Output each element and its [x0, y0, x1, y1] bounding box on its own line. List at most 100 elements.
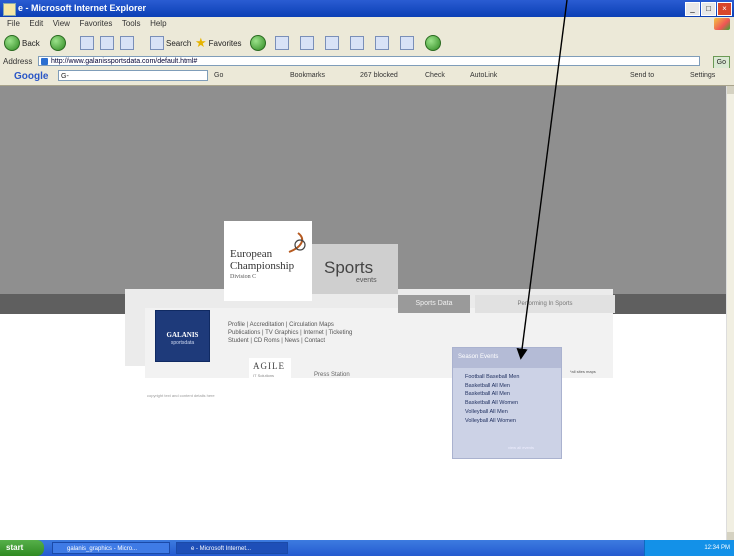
season-item[interactable]: Basketball All Men	[465, 390, 519, 399]
agile-sub: IT Solutions	[253, 373, 275, 378]
taskbar-item-ie[interactable]: e - Microsoft Internet...	[176, 542, 288, 554]
start-button[interactable]: start	[0, 540, 44, 556]
system-tray-clock[interactable]: 12:34 PM	[644, 540, 734, 556]
history-icon	[275, 36, 289, 50]
google-popup-blocked[interactable]: 267 blocked	[360, 72, 398, 79]
address-input[interactable]: http://www.galanissportsdata.com/default…	[38, 56, 700, 66]
address-label: Address	[3, 57, 33, 66]
back-button[interactable]: Back	[4, 35, 40, 51]
sites-map-link[interactable]: *all sites maps	[570, 369, 596, 374]
season-events-title: Season Events	[458, 354, 499, 360]
footer-copyright: copyright text and content details here	[147, 393, 215, 398]
back-label: Back	[22, 38, 40, 48]
google-autolink-button[interactable]: AutoLink	[470, 72, 497, 79]
taskbar: start galanis_graphics - Micro... e - Mi…	[0, 540, 734, 556]
stop-icon	[80, 36, 94, 50]
season-item[interactable]: Volleyball All Men	[465, 408, 519, 417]
edit-button[interactable]	[350, 35, 366, 51]
folder-icon	[350, 36, 364, 50]
history-button[interactable]	[275, 35, 291, 51]
refresh-button[interactable]	[100, 35, 116, 51]
taskbar-item-galanis[interactable]: galanis_graphics - Micro...	[52, 542, 170, 554]
menu-tools[interactable]: Tools	[122, 19, 141, 28]
season-events-header: Season Events	[453, 348, 561, 368]
page-viewport: European Championship Division C Sports …	[0, 86, 726, 540]
refresh-icon	[100, 36, 114, 50]
google-go-button[interactable]: Go	[214, 72, 223, 79]
print-button[interactable]	[325, 35, 341, 51]
events-word: events	[356, 277, 377, 284]
menu-bar: File Edit View Favorites Tools Help	[0, 17, 734, 32]
favorites-label: Favorites	[208, 38, 242, 48]
tab-performing-in-sports[interactable]: Performing In Sports	[475, 295, 615, 313]
media-icon	[250, 35, 266, 51]
favorites-star-icon: ★	[195, 35, 207, 50]
menu-help[interactable]: Help	[150, 19, 166, 28]
search-label: Search	[166, 38, 192, 48]
sports-word: Sports	[324, 258, 374, 277]
menu-file[interactable]: File	[7, 19, 20, 28]
media-button[interactable]	[250, 35, 268, 51]
menu-favorites[interactable]: Favorites	[79, 19, 112, 28]
ie-icon	[3, 3, 16, 16]
forward-button[interactable]	[50, 35, 68, 51]
favorites-button[interactable]: ★ Favorites	[195, 35, 242, 51]
logo-line-division: Division C	[230, 274, 257, 280]
home-icon	[120, 36, 134, 50]
google-settings-button[interactable]: Settings	[690, 72, 715, 79]
logo-line-european: European	[230, 248, 273, 260]
standard-toolbar: Back Search ★ Favorites	[0, 31, 734, 56]
bluetooth-button[interactable]	[400, 35, 416, 51]
home-button[interactable]	[120, 35, 136, 51]
google-search-input[interactable]: G-	[58, 70, 208, 81]
google-check-button[interactable]: Check	[425, 72, 445, 79]
season-events-footer-link[interactable]: view all events	[508, 445, 534, 450]
mail-button[interactable]	[300, 35, 316, 51]
season-item[interactable]: Basketball All Men	[465, 382, 519, 391]
stop-button[interactable]	[80, 35, 96, 51]
galanis-sub: sportsdata	[170, 340, 195, 346]
discuss-icon	[375, 36, 389, 50]
window-title: e - Microsoft Internet Explorer	[18, 3, 147, 13]
season-item[interactable]: Volleyball All Women	[465, 417, 519, 426]
windows-logo-icon	[714, 18, 730, 30]
google-sendto-button[interactable]: Send to	[630, 72, 654, 79]
scroll-up-arrow-icon[interactable]	[727, 86, 734, 94]
season-item[interactable]: Football Baseball Men	[465, 373, 519, 382]
window-titlebar[interactable]: e - Microsoft Internet Explorer _ □ ×	[0, 0, 734, 17]
tab-sports-data[interactable]: Sports Data	[398, 295, 470, 313]
logo-line-championship: Championship	[230, 260, 295, 272]
nav-line-2[interactable]: Publications | TV Graphics | Internet | …	[228, 329, 352, 337]
maximize-button[interactable]: □	[701, 2, 716, 16]
bluetooth-icon	[400, 36, 414, 50]
window-controls: _ □ ×	[685, 2, 732, 16]
print-icon	[325, 36, 339, 50]
championship-logo[interactable]: European Championship Division C	[224, 221, 312, 301]
galanis-logo[interactable]: GALANIS sportsdata	[155, 310, 210, 362]
address-bar: Address http://www.galanissportsdata.com…	[0, 55, 734, 69]
season-events-list: Football Baseball Men Basketball All Men…	[465, 373, 519, 425]
menu-edit[interactable]: Edit	[29, 19, 43, 28]
agile-logo[interactable]: AGILE IT Solutions	[249, 358, 291, 384]
season-item[interactable]: Basketball All Women	[465, 399, 519, 408]
press-station-link[interactable]: Press Station	[314, 372, 350, 378]
search-icon	[150, 36, 164, 50]
messenger-icon	[425, 35, 441, 51]
search-button[interactable]: Search	[150, 35, 191, 51]
discuss-button[interactable]	[375, 35, 391, 51]
site-nav-links[interactable]: Profile | Accreditation | Circulation Ma…	[228, 321, 352, 345]
google-bookmarks-button[interactable]: Bookmarks	[290, 72, 325, 79]
season-events-panel: Season Events Football Baseball Men Bask…	[452, 347, 562, 459]
agile-word: AGILE	[253, 361, 285, 371]
scroll-down-arrow-icon[interactable]	[727, 532, 734, 540]
close-button[interactable]: ×	[717, 2, 732, 16]
vertical-scrollbar[interactable]	[726, 86, 734, 540]
nav-line-3[interactable]: Student | CD Roms | News | Contact	[228, 337, 352, 345]
nav-line-1[interactable]: Profile | Accreditation | Circulation Ma…	[228, 321, 352, 329]
google-toolbar: Google G- Go Bookmarks 267 blocked Check…	[0, 68, 734, 86]
messenger-button[interactable]	[425, 35, 443, 51]
google-logo[interactable]: Google	[14, 71, 48, 82]
menu-view[interactable]: View	[53, 19, 70, 28]
minimize-button[interactable]: _	[685, 2, 700, 16]
sports-events-logo[interactable]: Sports events	[312, 244, 398, 294]
